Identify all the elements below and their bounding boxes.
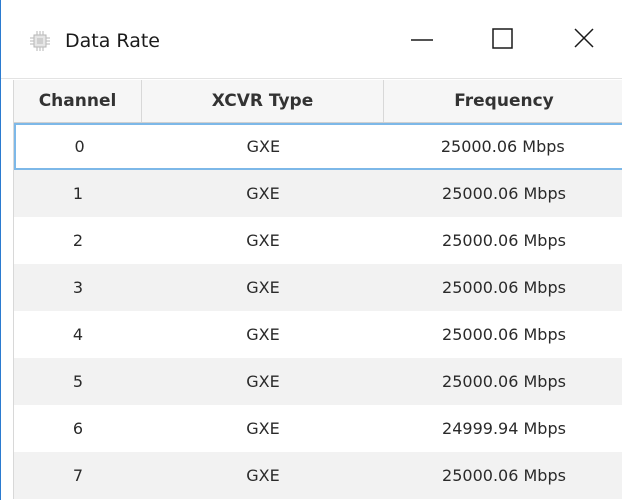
column-header-xcvr-type[interactable]: XCVR Type (142, 80, 384, 122)
frequency-cell: 25000.06 Mbps (442, 231, 566, 250)
frequency-cell: 25000.06 Mbps (442, 184, 566, 203)
table-row[interactable]: 6 GXE 24999.94 Mbps (14, 405, 622, 452)
minimize-icon (410, 26, 434, 54)
maximize-button[interactable] (475, 18, 531, 62)
frequency-cell: 25000.06 Mbps (442, 372, 566, 391)
table-row[interactable]: 7 GXE 25000.06 Mbps (14, 452, 622, 499)
xcvr-type-cell: GXE (246, 184, 280, 203)
table-row[interactable]: 5 GXE 25000.06 Mbps (14, 358, 622, 405)
column-header-frequency[interactable]: Frequency (384, 80, 622, 122)
data-rate-table: Channel XCVR Type Frequency 0 GXE 25000.… (13, 80, 622, 499)
title-bar[interactable]: Data Rate (1, 0, 622, 79)
xcvr-type-cell: GXE (246, 325, 280, 344)
table-row[interactable]: 4 GXE 25000.06 Mbps (14, 311, 622, 358)
xcvr-type-cell: GXE (246, 372, 280, 391)
data-rate-window: Data Rate Channel XCVR Type Frequency 0 … (0, 0, 622, 500)
xcvr-type-cell: GXE (246, 419, 280, 438)
minimize-button[interactable] (394, 18, 450, 62)
frequency-cell: 25000.06 Mbps (442, 325, 566, 344)
channel-cell: 6 (72, 419, 84, 438)
table-row[interactable]: 0 GXE 25000.06 Mbps (14, 123, 622, 170)
xcvr-type-cell: GXE (246, 137, 281, 156)
column-header-channel[interactable]: Channel (14, 80, 142, 122)
table-row[interactable]: 1 GXE 25000.06 Mbps (14, 170, 622, 217)
close-icon (572, 26, 596, 54)
table-row[interactable]: 3 GXE 25000.06 Mbps (14, 264, 622, 311)
xcvr-type-cell: GXE (246, 231, 280, 250)
xcvr-type-cell: GXE (246, 278, 280, 297)
close-button[interactable] (556, 18, 612, 62)
channel-cell: 5 (72, 372, 84, 391)
channel-cell: 7 (72, 466, 84, 485)
channel-cell: 1 (72, 184, 84, 203)
frequency-cell: 25000.06 Mbps (442, 278, 566, 297)
frequency-cell: 24999.94 Mbps (442, 419, 566, 438)
window-title: Data Rate (65, 30, 160, 52)
channel-cell: 0 (74, 137, 85, 156)
frequency-cell: 25000.06 Mbps (440, 137, 565, 156)
table-body: 0 GXE 25000.06 Mbps 1 GXE 25000.06 Mbps … (14, 123, 622, 499)
channel-cell: 2 (72, 231, 84, 250)
xcvr-type-cell: GXE (246, 466, 280, 485)
table-header: Channel XCVR Type Frequency (14, 80, 622, 123)
channel-cell: 3 (72, 278, 84, 297)
channel-cell: 4 (72, 325, 84, 344)
maximize-icon (491, 26, 515, 54)
chip-icon (29, 30, 51, 52)
frequency-cell: 25000.06 Mbps (442, 466, 566, 485)
table-row[interactable]: 2 GXE 25000.06 Mbps (14, 217, 622, 264)
